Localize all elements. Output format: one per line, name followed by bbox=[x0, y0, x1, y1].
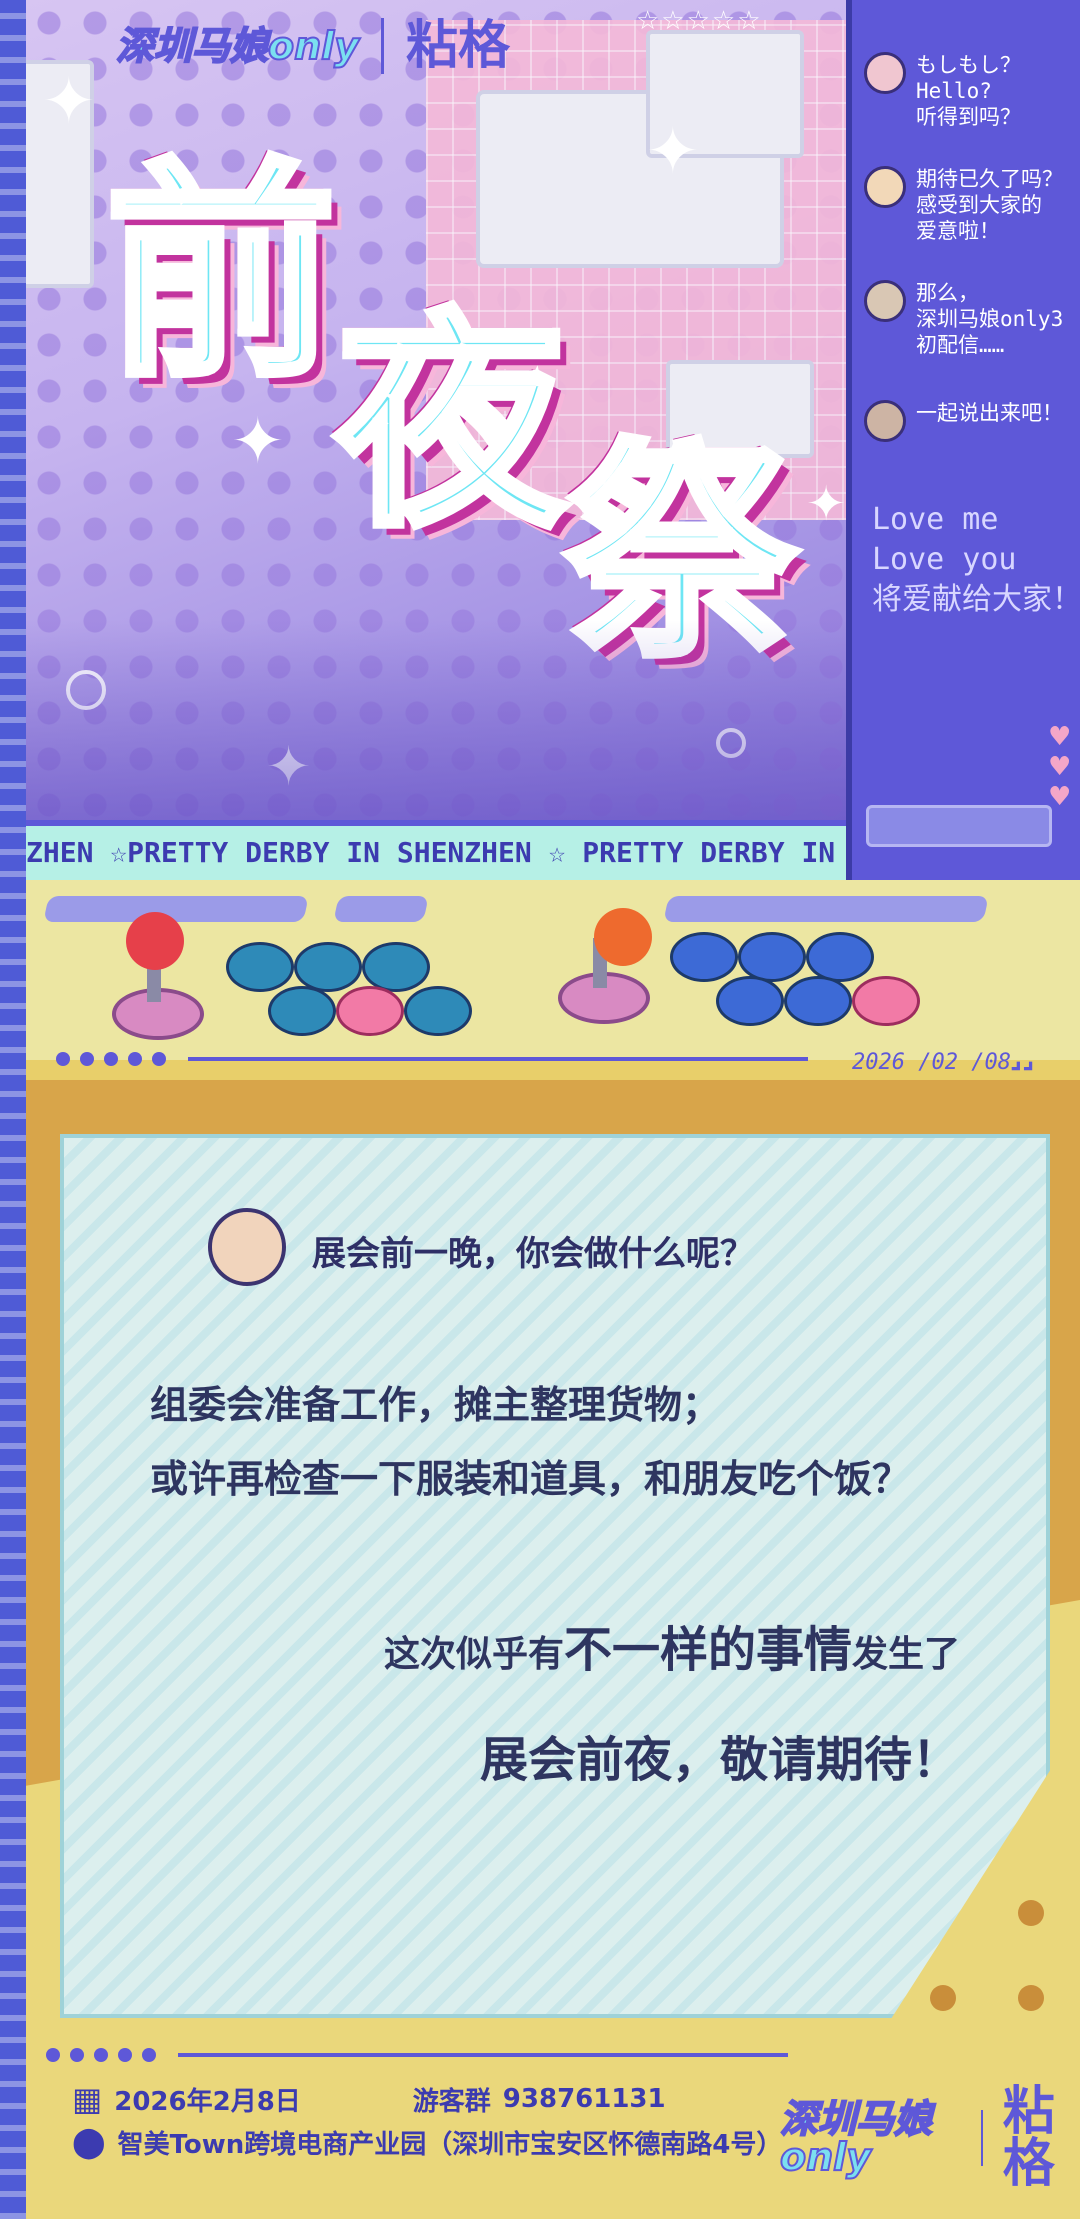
location-pin-icon: ⬤ bbox=[72, 2125, 106, 2160]
chat-panel: もしもし？ Hello? 听得到吗？ 期待已久了吗？ 感受到大家的 爱意啦！ 那… bbox=[846, 0, 1080, 930]
chat-message: 那么， 深圳马娘only3 初配信…… bbox=[864, 280, 1080, 358]
panel-slot bbox=[663, 896, 989, 922]
arcade-button bbox=[716, 976, 784, 1026]
arcade-control-panel bbox=[26, 880, 1080, 1066]
chat-text: もしもし？ Hello? 听得到吗？ bbox=[916, 53, 1021, 129]
footer-dot-line bbox=[46, 2048, 788, 2062]
partner-logo: 粘格 bbox=[405, 16, 510, 76]
chat-message: 一起说出来吧！ bbox=[864, 400, 1080, 442]
heart-icon: ♥ bbox=[1048, 752, 1072, 782]
sparkle-icon: ✦ bbox=[42, 65, 96, 139]
marquee-banner: ZHEN ☆PRETTY DERBY IN SHENZHEN ☆ PRETTY … bbox=[26, 820, 846, 886]
character-avatar-icon bbox=[208, 1208, 286, 1286]
arcade-button bbox=[404, 986, 472, 1036]
chat-message: 期待已久了吗？ 感受到大家的 爱意啦！ bbox=[864, 166, 1080, 244]
joystick-right bbox=[594, 908, 652, 966]
event-logo: 深圳马娘only bbox=[115, 24, 360, 68]
deco-dot bbox=[152, 1052, 166, 1066]
title-char-1: 前 bbox=[102, 141, 340, 408]
card-line-2: 或许再检查一下服装和道具，和朋友吃个饭？ bbox=[150, 1457, 911, 1501]
title-group: 前 夜 祭 bbox=[86, 140, 846, 700]
star-row: ☆☆☆☆☆ bbox=[636, 6, 763, 36]
girl-avatar-icon bbox=[864, 52, 906, 94]
card-question: 展会前一晚，你会做什么呢？ bbox=[312, 1234, 754, 1274]
event-location: 智美Town跨境电商产业园（深圳市宝安区怀德南路4号） bbox=[117, 2130, 783, 2160]
arcade-button bbox=[268, 986, 336, 1036]
date-stamp: 2026 /02 /08 bbox=[852, 1050, 1011, 1075]
left-pixel-border bbox=[0, 0, 26, 2219]
girl-avatar-icon bbox=[864, 280, 906, 322]
arcade-button bbox=[226, 942, 294, 992]
card-line-3-suffix: 发生了 bbox=[851, 1634, 960, 1675]
deco-dot bbox=[56, 1052, 70, 1066]
calendar-icon: ▦ bbox=[72, 2080, 103, 2118]
arcade-button bbox=[294, 942, 362, 992]
card-line-4: 展会前夜，敬请期待！ bbox=[479, 1732, 960, 1788]
deco-line bbox=[188, 1057, 808, 1061]
deco-dot bbox=[46, 2048, 60, 2062]
arcade-button bbox=[738, 932, 806, 982]
card-line-1: 组委会准备工作，摊主整理货物； bbox=[150, 1383, 721, 1427]
deco-dot bbox=[128, 1052, 142, 1066]
arcade-button bbox=[362, 942, 430, 992]
arcade-button bbox=[670, 932, 738, 982]
title-char-2: 夜 bbox=[332, 291, 570, 558]
chat-text: 期待已久了吗？ 感受到大家的 爱意啦！ bbox=[916, 167, 1063, 243]
group-label: 游客群 bbox=[412, 2086, 491, 2117]
arcade-button bbox=[806, 932, 874, 982]
arcade-screen: 深圳马娘only 粘格 ☆☆☆☆☆ ✦ ✦ ✦ ✦ ✦ 前 夜 祭 bbox=[26, 0, 846, 820]
arcade-button bbox=[784, 976, 852, 1026]
corner-bracket-icon: ⌟⌟ bbox=[1010, 1044, 1035, 1074]
group-number: 938761131 bbox=[502, 2084, 666, 2114]
decorative-dot bbox=[930, 1985, 956, 2011]
chat-message: もしもし？ Hello? 听得到吗？ bbox=[864, 52, 1080, 130]
deco-dot bbox=[104, 1052, 118, 1066]
joystick-left bbox=[126, 912, 184, 970]
header-logo: 深圳马娘only 粘格 bbox=[115, 16, 510, 76]
footer-location-row: ⬤ 智美Town跨境电商产业园（深圳市宝安区怀德南路4号） bbox=[72, 2124, 782, 2161]
heart-icon: ♥ bbox=[1048, 782, 1072, 812]
event-date: 2026年2月8日 bbox=[114, 2086, 301, 2117]
footer-logo: 深圳马娘only 粘格 bbox=[779, 2082, 1080, 2194]
girl-avatar-icon bbox=[864, 166, 906, 208]
girl-avatar-icon bbox=[864, 400, 906, 442]
deco-dot bbox=[80, 1052, 94, 1066]
arcade-button bbox=[336, 986, 404, 1036]
chat-text: 那么， 深圳马娘only3 初配信…… bbox=[916, 281, 1064, 357]
decorative-dot bbox=[1018, 1900, 1044, 1926]
deco-line bbox=[178, 2053, 788, 2057]
scene-silhouette bbox=[26, 620, 846, 820]
partner-logo: 粘格 bbox=[1002, 2082, 1055, 2194]
card-line-3: 这次似乎有不一样的事情发生了 bbox=[384, 1610, 960, 1680]
footer-date-row: ▦ 2026年2月8日 游客群 938761131 bbox=[72, 2080, 666, 2118]
card-line-3-prefix: 这次似乎有 bbox=[383, 1634, 564, 1675]
marquee-text: ZHEN ☆PRETTY DERBY IN SHENZHEN ☆ PRETTY … bbox=[26, 836, 846, 869]
arcade-button bbox=[852, 976, 920, 1026]
deco-dot bbox=[142, 2048, 156, 2062]
panel-slot bbox=[333, 896, 429, 922]
love-message: Love me Love you 将爱献给大家！ bbox=[872, 502, 1080, 617]
logo-divider bbox=[980, 2110, 983, 2166]
event-logo: 深圳马娘only bbox=[779, 2097, 933, 2179]
panel-slot bbox=[43, 896, 309, 922]
dot-line-decoration bbox=[56, 1052, 808, 1066]
deco-dot bbox=[70, 2048, 84, 2062]
logo-divider bbox=[380, 18, 384, 74]
chat-input-box bbox=[866, 805, 1052, 847]
card-line-3-emphasis: 不一样的事情 bbox=[563, 1622, 852, 1678]
deco-dot bbox=[94, 2048, 108, 2062]
heart-icon: ♥ bbox=[1048, 722, 1072, 752]
chat-text: 一起说出来吧！ bbox=[916, 401, 1063, 425]
deco-dot bbox=[118, 2048, 132, 2062]
decorative-dot bbox=[1018, 1985, 1044, 2011]
